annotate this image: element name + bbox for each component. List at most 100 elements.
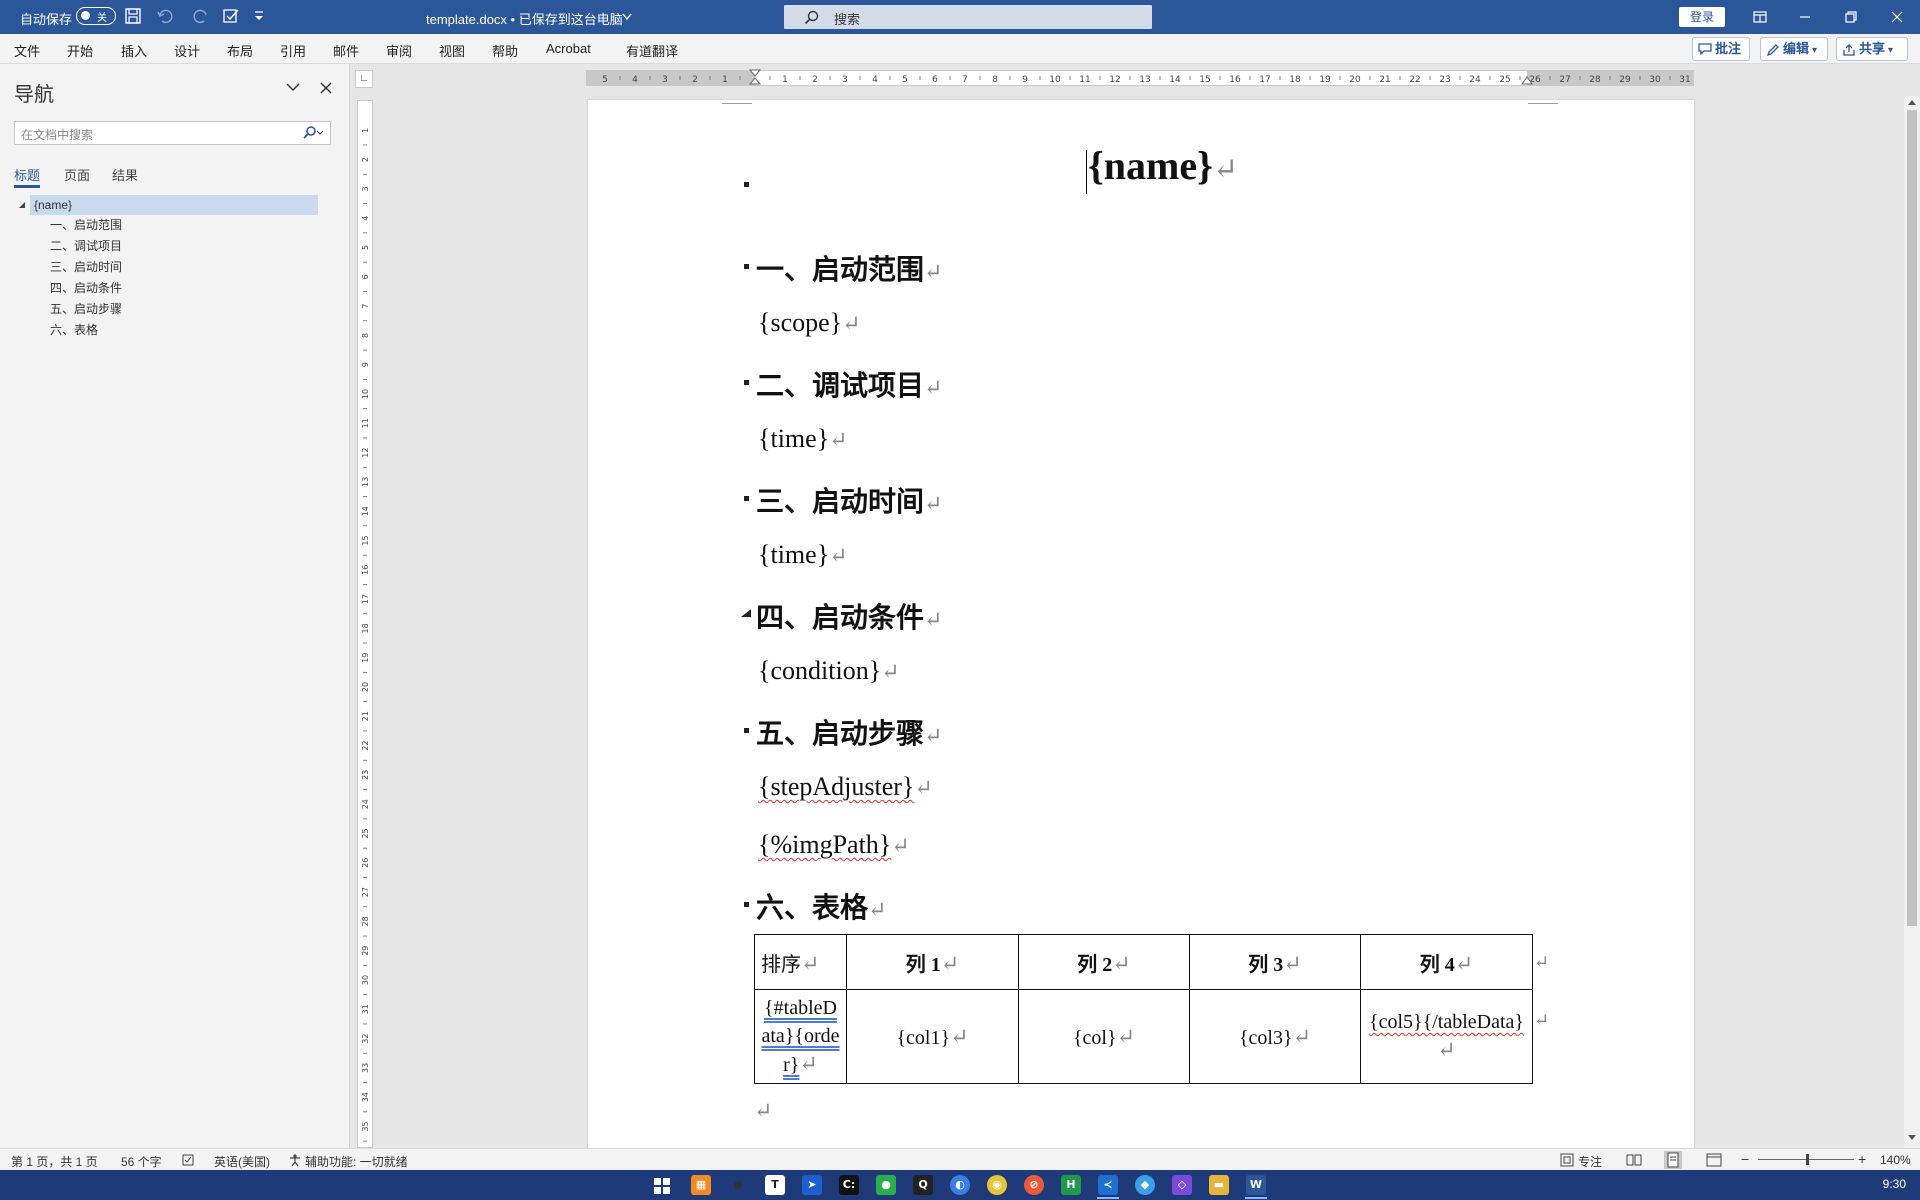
document-title[interactable]: template.docx • 已保存到这台电脑 — [426, 9, 623, 28]
page-count[interactable]: 第 1 页，共 1 页 — [11, 1153, 98, 1170]
table-cell[interactable]: {#tableData}{order}↵ — [754, 989, 847, 1084]
tab-home[interactable]: 开始 — [67, 41, 93, 60]
table-cell[interactable]: {col3}↵ — [1189, 989, 1361, 1084]
table-header-cell[interactable]: 列 3↵ — [1189, 934, 1361, 990]
tab-review[interactable]: 审阅 — [386, 41, 412, 60]
section-heading-4[interactable]: 四、启动条件↵ — [756, 596, 942, 636]
wechat-icon[interactable]: ● — [876, 1175, 896, 1195]
section-heading-6[interactable]: 六、表格↵ — [756, 886, 886, 926]
ribbon-display-icon[interactable] — [1736, 0, 1782, 34]
windows-start-icon[interactable] — [654, 1178, 670, 1194]
tab-view[interactable]: 视图 — [439, 41, 465, 60]
bird-app-icon[interactable]: ◆ — [1135, 1175, 1155, 1195]
nav-options-chevron-icon[interactable] — [286, 82, 300, 92]
template-table[interactable]: 排序↵ 列 1↵ 列 2↵ 列 3↵ 列 4↵ {#tableData}{ord… — [754, 934, 1533, 1084]
nav-heading-5[interactable]: 五、启动步骤 — [30, 299, 318, 319]
nav-heading-3[interactable]: 三、启动时间 — [30, 257, 318, 277]
undo-icon[interactable] — [156, 7, 176, 27]
expand-collapse-icon[interactable] — [740, 608, 752, 618]
section-content-4[interactable]: {condition}↵ — [758, 656, 900, 686]
redo-icon[interactable] — [192, 7, 212, 27]
tab-file[interactable]: 文件 — [14, 41, 40, 60]
search-box[interactable]: 搜索 — [784, 5, 1152, 29]
login-button[interactable]: 登录 — [1679, 7, 1725, 27]
accessibility-icon[interactable] — [288, 1153, 302, 1167]
edit-check-icon[interactable] — [222, 7, 242, 27]
nav-heading-1[interactable]: 一、启动范围 — [30, 215, 318, 235]
nav-tab-results[interactable]: 结果 — [112, 165, 138, 184]
tab-design[interactable]: 设计 — [174, 41, 200, 60]
table-header-cell[interactable]: 列 4↵ — [1360, 934, 1533, 990]
table-header-cell[interactable]: 排序↵ — [754, 934, 847, 990]
focus-mode-label[interactable]: 专注 — [1578, 1153, 1602, 1170]
section-heading-3[interactable]: 三、启动时间↵ — [756, 480, 942, 520]
print-layout-icon[interactable] — [1664, 1151, 1682, 1169]
word-app-icon[interactable]: W — [1246, 1175, 1266, 1195]
focus-icon[interactable] — [1560, 1153, 1574, 1167]
document-title-placeholder[interactable]: {name}↵ — [1088, 142, 1238, 189]
language-indicator[interactable]: 英语(美国) — [214, 1153, 270, 1170]
scrollbar-thumb[interactable] — [1907, 110, 1917, 926]
zoom-level[interactable]: 140% — [1880, 1153, 1911, 1167]
nav-tab-pages[interactable]: 页面 — [64, 165, 90, 184]
hbuilder-icon[interactable]: H — [1061, 1175, 1081, 1195]
horizontal-ruler[interactable]: 5 4 3 2 1 1 2 3 4 5 6 7 8 9 10 11 12 13 14 15 16 17 18 19 20 21 22… — [586, 69, 1694, 87]
tab-acrobat[interactable]: Acrobat — [546, 41, 591, 56]
rider-icon[interactable]: ◇ — [1172, 1175, 1192, 1195]
proofing-icon[interactable] — [182, 1154, 196, 1166]
bookmark-app-icon[interactable]: ➤ — [802, 1175, 822, 1195]
web-layout-icon[interactable] — [1706, 1153, 1722, 1167]
right-indent-marker-icon[interactable] — [1521, 75, 1533, 85]
tab-mailings[interactable]: 邮件 — [333, 41, 359, 60]
word-count[interactable]: 56 个字 — [121, 1153, 162, 1170]
tab-youdao[interactable]: 有道翻译 — [626, 41, 678, 60]
chrome-icon[interactable]: ◉ — [987, 1175, 1007, 1195]
nav-close-icon[interactable] — [320, 82, 332, 94]
zoom-slider-thumb[interactable] — [1806, 1154, 1809, 1165]
scroll-up-icon[interactable] — [1907, 98, 1917, 106]
table-header-cell[interactable]: 列 2↵ — [1018, 934, 1190, 990]
nav-search-icon[interactable] — [302, 126, 324, 140]
section-content-5b[interactable]: {%imgPath}↵ — [758, 830, 910, 860]
table-header-cell[interactable]: 列 1↵ — [846, 934, 1019, 990]
vertical-ruler[interactable]: 1 2 3 4 5 6 7 8 9 10 11 12 13 14 15 16 17 18 19 20 21 22 23 24 2… — [357, 100, 373, 1148]
tab-layout[interactable]: 布局 — [227, 41, 253, 60]
vertical-scrollbar[interactable] — [1904, 96, 1920, 1148]
nav-heading-6[interactable]: 六、表格 — [30, 320, 318, 340]
close-button[interactable] — [1874, 0, 1920, 34]
file-explorer-icon[interactable]: ▬ — [1209, 1175, 1229, 1195]
section-content-5[interactable]: {stepAdjuster}↵ — [758, 772, 933, 802]
table-cell[interactable]: {col1}↵ — [846, 989, 1019, 1084]
document-page[interactable]: {name}↵ 一、启动范围↵ {scope}↵ 二、调试项目↵ {time}↵… — [588, 100, 1694, 1148]
zoom-in-icon[interactable]: + — [1858, 1151, 1866, 1167]
section-heading-2[interactable]: 二、调试项目↵ — [756, 364, 942, 404]
section-heading-1[interactable]: 一、启动范围↵ — [756, 248, 942, 288]
collapse-triangle-icon[interactable] — [18, 201, 26, 209]
nav-heading-2[interactable]: 二、调试项目 — [30, 236, 318, 256]
title-chevron-down-icon[interactable] — [622, 13, 632, 21]
terminal-icon[interactable]: C: — [839, 1175, 859, 1195]
nav-tab-headings[interactable]: 标题 — [14, 165, 40, 184]
section-content-2[interactable]: {time}↵ — [758, 424, 848, 454]
qq-icon[interactable]: Q — [913, 1175, 933, 1195]
vscode-icon[interactable]: ≺ — [1098, 1175, 1118, 1195]
tab-selector[interactable]: ∟ — [355, 70, 373, 88]
typora-icon[interactable]: T — [765, 1175, 785, 1195]
customize-toolbar-icon[interactable] — [252, 7, 272, 27]
tab-references[interactable]: 引用 — [280, 41, 306, 60]
nav-heading-name[interactable]: {name} — [19, 195, 318, 215]
browser-icon[interactable]: ◐ — [950, 1175, 970, 1195]
autosave-toggle[interactable]: 关 — [76, 7, 116, 25]
restore-button[interactable] — [1828, 0, 1874, 34]
comments-button[interactable]: 批注 — [1692, 37, 1750, 61]
editing-mode-button[interactable]: 编辑 ▾ — [1760, 37, 1828, 61]
tab-help[interactable]: 帮助 — [492, 41, 518, 60]
compass-app-icon[interactable]: ⊘ — [1024, 1175, 1044, 1195]
tab-insert[interactable]: 插入 — [121, 41, 147, 60]
indent-marker-icon[interactable] — [749, 69, 761, 87]
section-content-3[interactable]: {time}↵ — [758, 540, 848, 570]
table-cell[interactable]: {col}↵ — [1018, 989, 1190, 1084]
app-grid-icon[interactable]: ▦ — [691, 1175, 711, 1195]
zoom-out-icon[interactable]: − — [1741, 1151, 1749, 1167]
record-icon[interactable] — [728, 1175, 748, 1195]
